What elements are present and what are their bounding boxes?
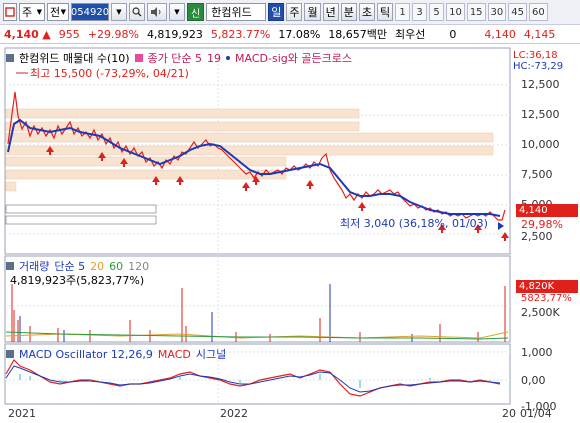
- price-axis-tick: 12,500: [521, 78, 560, 91]
- chart-toolbar: 주 ▼ 전 ▼ 054920 ▼ ▼ 신 한컴위드 일 주 월 년 분 초 틱 …: [0, 0, 580, 25]
- interval-15[interactable]: 15: [466, 3, 486, 21]
- macd-axis-tick: 0,00: [521, 374, 546, 387]
- interval-3[interactable]: 3: [412, 3, 428, 21]
- period-tab-week[interactable]: 주: [286, 3, 303, 21]
- speaker-button[interactable]: [147, 3, 167, 21]
- volume-legend-20: 20: [90, 259, 105, 273]
- bid-price: 4,140: [484, 27, 516, 41]
- price-change: 955: [58, 27, 80, 41]
- chevron-down-icon: ▼: [116, 8, 122, 16]
- legend-swatch-icon: [134, 54, 143, 62]
- period-tab-month[interactable]: 월: [304, 3, 321, 21]
- period-tab-minute[interactable]: 분: [340, 3, 357, 21]
- macd-signal-legend[interactable]: MACD-sig와 골든크로스: [235, 50, 352, 66]
- macd-axis-tick: 1,000: [521, 346, 553, 359]
- search-icon: [132, 7, 142, 17]
- priority-value: 0: [449, 27, 457, 41]
- quote-strip: 4,140 ▲ 955 +29.98% 4,819,923 5,823.77% …: [0, 25, 580, 44]
- price-change-pct: +29.98%: [87, 27, 139, 41]
- up-arrow-icon: ▲: [42, 27, 51, 41]
- price-axis-tick: 10,000: [521, 138, 560, 151]
- current-price-tag: 4,140: [516, 204, 578, 217]
- volume-legend-120: 120: [128, 259, 150, 273]
- date-axis-tick: 2021: [8, 407, 36, 420]
- price-axis-tick: 2,500: [521, 230, 553, 243]
- turnover-rate: 17.08%: [278, 27, 321, 41]
- main-legend-name[interactable]: 한컴위드 매물대 수(10): [19, 50, 130, 66]
- high-price-label: 최고 15,500 (-73,29%, 04/21): [30, 67, 189, 80]
- interval-45[interactable]: 45: [508, 3, 528, 21]
- trade-amount: 18,657백만: [328, 28, 388, 41]
- legend-swatch-icon: [6, 262, 14, 270]
- market-select[interactable]: 주 ▼: [19, 3, 45, 21]
- chevron-down-icon: ▼: [60, 8, 66, 16]
- interval-1[interactable]: 1: [395, 3, 411, 21]
- legend-swatch-icon: [6, 54, 14, 62]
- lc-label: LC:36,18: [513, 50, 558, 61]
- price-axis-tick: 12,500: [521, 108, 560, 121]
- speaker-icon: [151, 7, 161, 17]
- volume-pct: 5823,77%: [521, 293, 572, 304]
- chevron-down-icon: ▼: [174, 8, 180, 16]
- market-filter-value: 전: [50, 6, 61, 19]
- ask-price: 4,145: [523, 27, 556, 41]
- ma-legend-value: 19: [207, 51, 222, 65]
- period-tab-day[interactable]: 일: [268, 3, 285, 21]
- credit-badge: 신: [187, 3, 205, 21]
- interval-30[interactable]: 30: [487, 3, 507, 21]
- volume-current: 4,819,923주(5,823,77%): [10, 274, 145, 287]
- prev-next-button[interactable]: ▼: [169, 3, 185, 21]
- period-tab-year[interactable]: 년: [322, 3, 339, 21]
- macd-legend: MACD Oscillator 12,26,9 MACD 시그널: [6, 346, 226, 362]
- ma-legend-label[interactable]: 종가 단순 5: [148, 50, 202, 66]
- interval-10[interactable]: 10: [446, 3, 465, 21]
- macd-signal-label: 시그널: [195, 348, 227, 361]
- trade-volume: 4,819,923: [146, 27, 203, 41]
- legend-swatch-icon: [226, 56, 231, 60]
- search-button[interactable]: [129, 3, 145, 21]
- interval-5[interactable]: 5: [429, 3, 445, 21]
- current-price-pct: 29,98%: [521, 218, 563, 231]
- date-axis-tick: 20: [502, 407, 516, 420]
- volume-tag: 4,820K: [516, 280, 578, 293]
- volume-ratio: 5,823.77%: [210, 27, 271, 41]
- interval-60[interactable]: 60: [529, 3, 548, 21]
- current-price: 4,140 ▲: [4, 27, 51, 41]
- date-axis-tick: 2022: [220, 407, 248, 420]
- stock-chart[interactable]: 최고 15,500 (-73,29%, 04/21) 최저 3,040 (36,…: [0, 44, 580, 423]
- volume-axis-tick: 2,500K: [521, 306, 560, 319]
- hc-label: HC:-73,29: [513, 61, 564, 72]
- stock-code-input[interactable]: 054920: [71, 3, 109, 21]
- priority-label: 최우선: [395, 28, 426, 41]
- menu-icon[interactable]: [3, 3, 17, 21]
- code-dropdown-button[interactable]: ▼: [111, 3, 127, 21]
- period-tab-tick[interactable]: 틱: [376, 3, 394, 21]
- market-select-value: 주: [22, 6, 33, 19]
- legend-swatch-icon: [6, 350, 14, 358]
- price-axis-tick: 7,500: [521, 168, 553, 181]
- stock-name-field[interactable]: 한컴위드: [206, 3, 267, 21]
- chart-canvas[interactable]: 최고 15,500 (-73,29%, 04/21) 최저 3,040 (36,…: [0, 44, 580, 423]
- main-legend: 한컴위드 매물대 수(10) 종가 단순 5 19 MACD-sig와 골든크로…: [6, 50, 352, 66]
- period-tab-second[interactable]: 초: [358, 3, 375, 21]
- date-axis-tick: 01/04: [520, 407, 552, 420]
- low-price-label: 최저 3,040 (36,18%, 01/03): [340, 217, 488, 230]
- volume-legend-60: 60: [109, 259, 124, 273]
- market-filter-select[interactable]: 전 ▼: [47, 3, 69, 21]
- chevron-down-icon: ▼: [36, 8, 42, 16]
- macd-oscillator-label[interactable]: MACD Oscillator 12,26,9: [19, 348, 153, 361]
- macd-label: MACD: [157, 347, 191, 361]
